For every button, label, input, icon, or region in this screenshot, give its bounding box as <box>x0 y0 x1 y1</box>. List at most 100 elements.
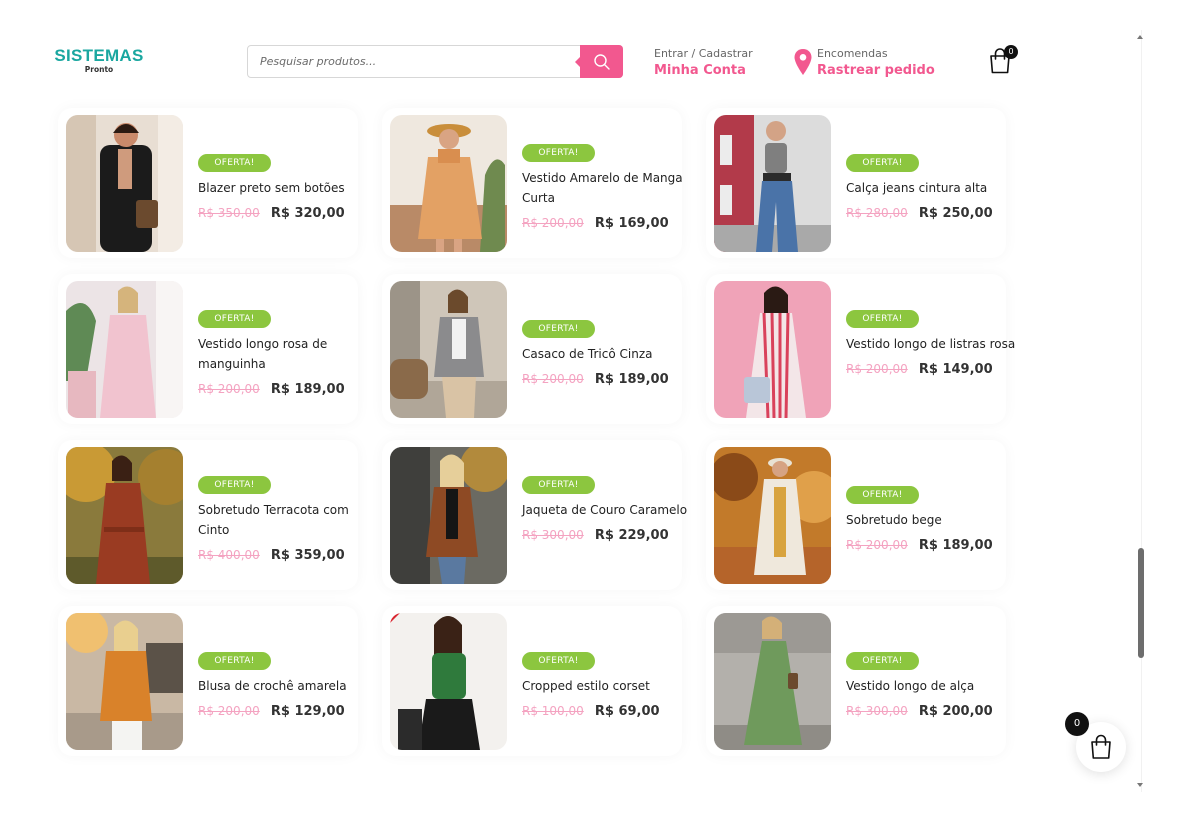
floating-cart-count-badge: 0 <box>1065 712 1089 736</box>
price-row: R$ 200,00 R$ 189,00 <box>522 368 692 387</box>
current-price: R$ 189,00 <box>594 372 669 387</box>
price-row: R$ 200,00 R$ 129,00 <box>198 700 368 719</box>
product-card[interactable]: OFERTA! Vestido Amarelo de Manga Curta R… <box>382 108 683 258</box>
product-image[interactable] <box>66 613 183 750</box>
old-price: R$ 200,00 <box>846 362 908 376</box>
product-image[interactable] <box>66 447 183 584</box>
product-card[interactable]: OFERTA! Calça jeans cintura alta R$ 280,… <box>706 108 1006 258</box>
logo-text: SISTEMAS <box>54 46 144 65</box>
old-price: R$ 200,00 <box>198 704 260 718</box>
current-price: R$ 229,00 <box>594 528 669 543</box>
product-name[interactable]: Vestido Amarelo de Manga Curta <box>522 168 692 208</box>
price-row: R$ 280,00 R$ 250,00 <box>846 202 1016 221</box>
product-card[interactable]: OFERTA! Vestido longo de listras rosa R$… <box>706 274 1015 424</box>
offer-badge: OFERTA! <box>522 476 595 494</box>
product-image[interactable] <box>390 115 507 252</box>
current-price: R$ 189,00 <box>918 538 993 553</box>
product-image[interactable] <box>390 447 507 584</box>
current-price: R$ 200,00 <box>918 704 993 719</box>
product-card[interactable]: OFERTA! Blazer preto sem botões R$ 350,0… <box>58 108 358 258</box>
old-price: R$ 280,00 <box>846 206 908 220</box>
current-price: R$ 250,00 <box>918 206 993 221</box>
product-card[interactable]: OFERTA! Vestido longo rosa de manguinha … <box>58 274 358 424</box>
product-image[interactable] <box>714 281 831 418</box>
offer-badge: OFERTA! <box>198 154 271 172</box>
search-icon <box>593 53 610 70</box>
site-header: SISTEMAS Pronto Entrar / Cadastrar Minha… <box>0 0 1140 108</box>
scrollbar[interactable] <box>1134 30 1146 792</box>
product-card[interactable]: OFERTA! Vestido longo de alça R$ 300,00 … <box>706 606 1006 756</box>
old-price: R$ 400,00 <box>198 548 260 562</box>
cart-count-badge: 0 <box>1004 45 1018 59</box>
account-label: Entrar / Cadastrar <box>654 47 753 60</box>
product-image[interactable] <box>66 115 183 252</box>
product-card[interactable]: OFERTA! Jaqueta de Couro Caramelo R$ 300… <box>382 440 687 590</box>
offer-badge: OFERTA! <box>198 652 271 670</box>
old-price: R$ 300,00 <box>522 528 584 542</box>
price-row: R$ 200,00 R$ 149,00 <box>846 358 1016 377</box>
price-row: R$ 300,00 R$ 229,00 <box>522 524 692 543</box>
old-price: R$ 350,00 <box>198 206 260 220</box>
scroll-down-arrow-icon[interactable] <box>1137 783 1143 787</box>
product-card[interactable]: OFERTA! Cropped estilo corset R$ 100,00 … <box>382 606 682 756</box>
price-row: R$ 100,00 R$ 69,00 <box>522 700 692 719</box>
product-image[interactable] <box>714 115 831 252</box>
product-name[interactable]: Blusa de crochê amarela <box>198 676 368 696</box>
product-name[interactable]: Vestido longo de alça <box>846 676 1016 696</box>
price-row: R$ 400,00 R$ 359,00 <box>198 544 368 563</box>
offer-badge: OFERTA! <box>522 144 595 162</box>
current-price: R$ 149,00 <box>918 362 993 377</box>
product-image[interactable] <box>390 613 507 750</box>
product-name[interactable]: Sobretudo bege <box>846 510 1016 530</box>
account-link[interactable]: Entrar / Cadastrar Minha Conta <box>654 46 753 81</box>
logo-subtext: Pronto <box>84 65 114 74</box>
product-name[interactable]: Vestido longo de listras rosa <box>846 334 1016 354</box>
current-price: R$ 169,00 <box>594 216 669 231</box>
product-name[interactable]: Casaco de Tricô Cinza <box>522 344 692 364</box>
price-row: R$ 200,00 R$ 189,00 <box>198 378 368 397</box>
my-account-link[interactable]: Minha Conta <box>654 61 753 81</box>
product-card[interactable]: OFERTA! Casaco de Tricô Cinza R$ 200,00 … <box>382 274 682 424</box>
product-name[interactable]: Cropped estilo corset <box>522 676 692 696</box>
product-name[interactable]: Blazer preto sem botões <box>198 178 368 198</box>
track-order-label[interactable]: Rastrear pedido <box>817 61 935 81</box>
price-row: R$ 200,00 R$ 189,00 <box>846 534 1016 553</box>
offer-badge: OFERTA! <box>198 310 271 328</box>
search-button[interactable] <box>575 45 623 78</box>
offer-badge: OFERTA! <box>846 310 919 328</box>
old-price: R$ 100,00 <box>522 704 584 718</box>
product-image[interactable] <box>714 447 831 584</box>
product-name[interactable]: Sobretudo Terracota com Cinto <box>198 500 368 540</box>
location-pin-icon <box>794 49 812 75</box>
product-name[interactable]: Vestido longo rosa de manguinha <box>198 334 368 374</box>
header-cart[interactable]: 0 <box>988 44 1018 74</box>
old-price: R$ 200,00 <box>846 538 908 552</box>
product-image[interactable] <box>66 281 183 418</box>
price-row: R$ 200,00 R$ 169,00 <box>522 212 692 231</box>
offer-badge: OFERTA! <box>846 154 919 172</box>
current-price: R$ 129,00 <box>270 704 345 719</box>
offer-badge: OFERTA! <box>522 652 595 670</box>
offer-badge: OFERTA! <box>198 476 271 494</box>
current-price: R$ 69,00 <box>594 704 660 719</box>
product-name[interactable]: Jaqueta de Couro Caramelo <box>522 500 692 520</box>
scroll-up-arrow-icon[interactable] <box>1137 35 1143 39</box>
product-image[interactable] <box>390 281 507 418</box>
price-row: R$ 300,00 R$ 200,00 <box>846 700 1016 719</box>
scroll-thumb[interactable] <box>1138 548 1144 658</box>
orders-label: Encomendas <box>817 47 888 60</box>
product-image[interactable] <box>714 613 831 750</box>
search-input[interactable] <box>248 46 578 77</box>
old-price: R$ 200,00 <box>198 382 260 396</box>
product-card[interactable]: OFERTA! Blusa de crochê amarela R$ 200,0… <box>58 606 358 756</box>
offer-badge: OFERTA! <box>846 486 919 504</box>
offer-badge: OFERTA! <box>846 652 919 670</box>
product-card[interactable]: OFERTA! Sobretudo Terracota com Cinto R$… <box>58 440 358 590</box>
product-name[interactable]: Calça jeans cintura alta <box>846 178 1016 198</box>
current-price: R$ 320,00 <box>270 206 345 221</box>
site-logo[interactable]: SISTEMAS Pronto <box>54 46 144 75</box>
old-price: R$ 200,00 <box>522 216 584 230</box>
product-card[interactable]: OFERTA! Sobretudo bege R$ 200,00 R$ 189,… <box>706 440 1006 590</box>
offer-badge: OFERTA! <box>522 320 595 338</box>
old-price: R$ 300,00 <box>846 704 908 718</box>
